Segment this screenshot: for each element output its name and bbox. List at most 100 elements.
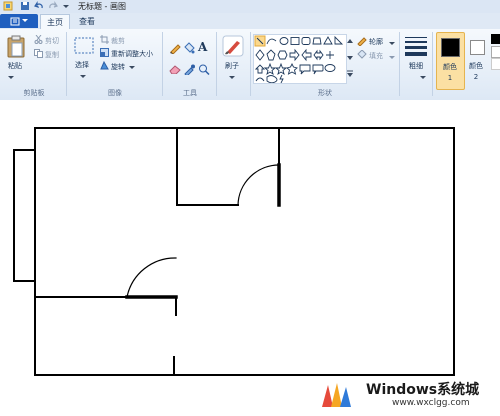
customize-quick-access-icon[interactable]: [61, 1, 71, 11]
inner-wall-center: [176, 127, 239, 206]
scroll-up-icon[interactable]: [347, 37, 353, 49]
expand-gallery-icon[interactable]: [347, 69, 353, 81]
text-tool-icon[interactable]: A: [198, 40, 207, 54]
brushes-button[interactable]: 刷子: [225, 61, 239, 71]
shape-oval: [279, 37, 289, 45]
magnifier-icon[interactable]: [198, 64, 210, 77]
color-2-button[interactable]: 颜色 2: [466, 32, 490, 88]
color-1-label: 颜色 1: [443, 63, 457, 82]
select-icon[interactable]: [74, 37, 94, 57]
line-width-icon[interactable]: [405, 36, 427, 58]
scroll-down-icon[interactable]: [347, 53, 353, 65]
tab-view[interactable]: 查看: [72, 14, 102, 29]
select-button[interactable]: 选择: [75, 60, 89, 70]
group-divider: [66, 32, 67, 96]
shape-polygon: [312, 37, 322, 45]
rotate-button[interactable]: 旋转: [111, 62, 125, 72]
tab-home[interactable]: 主页: [40, 14, 70, 30]
pencil-icon[interactable]: [169, 42, 181, 56]
fill-icon[interactable]: [357, 49, 367, 62]
color-1-button[interactable]: 颜色 1: [436, 32, 465, 90]
shape-pentagon: [266, 49, 276, 61]
paste-icon[interactable]: [6, 35, 26, 61]
color-palette[interactable]: [491, 34, 500, 82]
eraser-icon[interactable]: [169, 64, 181, 76]
ribbon-tab-bar: 主页 查看: [0, 13, 500, 30]
copy-icon[interactable]: [34, 49, 43, 60]
shape-lightning: [279, 74, 284, 84]
palette-swatch-white[interactable]: [491, 46, 500, 58]
undo-icon[interactable]: [34, 1, 44, 11]
cut-icon[interactable]: [34, 34, 43, 46]
shape-right-arrow: [289, 48, 300, 62]
resize-button[interactable]: 重新调整大小: [111, 49, 153, 59]
shapes-gallery[interactable]: [253, 34, 347, 84]
shape-heart: [266, 75, 278, 84]
chevron-down-icon[interactable]: [129, 63, 135, 72]
watermark-brand: Windows系统城: [366, 382, 480, 398]
image-group-label: 图像: [108, 89, 122, 97]
tools-group-label: 工具: [183, 89, 197, 97]
shape-line: [254, 35, 266, 47]
shape-plus: [326, 51, 334, 59]
cut-button[interactable]: 剪切: [45, 36, 59, 46]
size-button[interactable]: 粗细: [409, 61, 423, 72]
shape-diamond: [255, 49, 265, 61]
paint-app-icon: [3, 1, 13, 11]
redo-icon[interactable]: [48, 1, 58, 11]
shape-left-arrow: [301, 48, 312, 62]
shape-hexagon: [277, 50, 288, 60]
shape-rounded-callout: [312, 64, 324, 75]
color-picker-icon[interactable]: [183, 64, 195, 77]
paste-button[interactable]: 粘贴: [8, 61, 22, 71]
outer-wall: [34, 127, 455, 376]
door-arc-right: [237, 164, 280, 206]
shape-triangle: [323, 36, 333, 45]
copy-button[interactable]: 复制: [45, 50, 59, 60]
chevron-down-icon[interactable]: [229, 73, 235, 82]
shape-four-point-star: [263, 62, 277, 76]
chevron-down-icon: [22, 19, 28, 22]
chevron-down-icon[interactable]: [389, 53, 395, 62]
canvas-area[interactable]: [0, 100, 500, 416]
title-bar: 无标题 - 画图: [0, 0, 500, 14]
shape-cloud-callout: [255, 77, 265, 82]
fill-bucket-icon[interactable]: [183, 42, 195, 56]
group-divider: [432, 32, 433, 96]
drawing-canvas[interactable]: [0, 100, 500, 416]
file-menu-button[interactable]: [0, 14, 38, 28]
crop-button[interactable]: 裁剪: [111, 36, 125, 46]
chevron-down-icon[interactable]: [420, 73, 426, 82]
crop-icon[interactable]: [100, 35, 109, 46]
brush-icon[interactable]: [222, 35, 244, 59]
watermark-url: www.wxclgg.com: [392, 398, 470, 408]
chevron-down-icon[interactable]: [389, 39, 395, 48]
save-icon[interactable]: [20, 1, 30, 11]
window-frame: [13, 149, 36, 282]
shape-rectangle: [290, 37, 300, 45]
window-title: 无标题 - 画图: [78, 2, 126, 11]
palette-swatch-black[interactable]: [491, 34, 500, 44]
shape-oval-callout: [324, 64, 336, 72]
shape-down-arrow: [254, 64, 266, 74]
shape-right-triangle: [334, 35, 344, 45]
color-2-swatch: [470, 40, 485, 55]
palette-swatch-empty[interactable]: [491, 58, 500, 70]
group-divider: [162, 32, 163, 96]
chevron-down-icon[interactable]: [80, 72, 86, 81]
door-arc-left: [126, 257, 177, 298]
shape-rounded-rectangle: [301, 37, 311, 45]
shape-curve: [266, 38, 277, 45]
fill-button[interactable]: 填充: [369, 51, 383, 61]
rotate-icon[interactable]: [100, 60, 109, 72]
windows-logo-icon: [322, 383, 351, 407]
outline-icon[interactable]: [357, 36, 367, 48]
group-divider: [399, 32, 400, 96]
shape-rect-callout: [299, 64, 311, 75]
resize-icon[interactable]: [100, 48, 109, 59]
watermark: Windows系统城 www.wxclgg.com: [320, 375, 500, 416]
chevron-down-icon[interactable]: [8, 73, 14, 82]
outline-button[interactable]: 轮廓: [369, 37, 383, 47]
clipboard-group-label: 剪贴板: [23, 89, 45, 97]
color-1-swatch: [441, 38, 460, 57]
